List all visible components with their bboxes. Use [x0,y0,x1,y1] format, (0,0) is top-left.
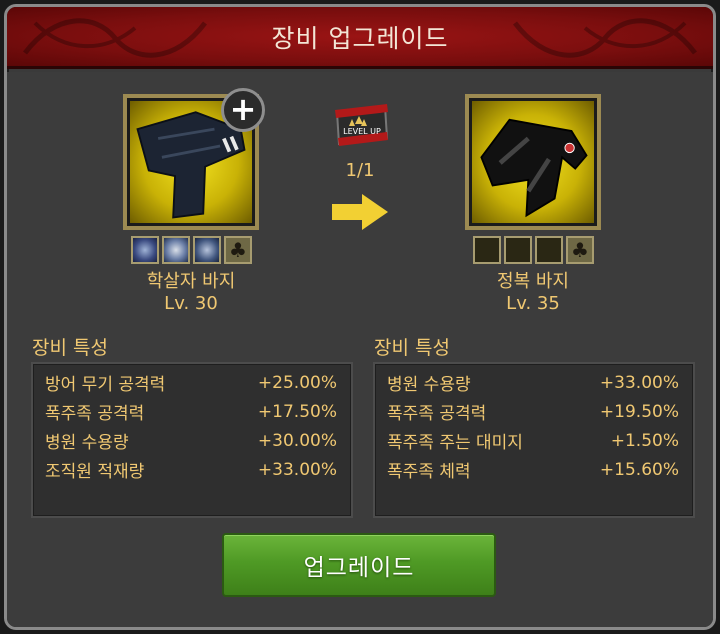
dialog-title: 장비 업그레이드 [271,23,449,53]
upgrade-button[interactable]: 업그레이드 [222,533,496,597]
club-slot: ♣ [566,236,594,264]
arrow-right-icon [332,194,388,230]
target-stats-box: 병원 수용량 +33.00% 폭주족 공격력 +19.50% 폭주족 주는 대미… [373,362,695,518]
ornament-left-icon [23,18,207,58]
empty-slot-3 [535,236,563,264]
stat-row: 폭주족 주는 대미지 +1.50% [387,426,679,455]
club-icon: ♣ [571,238,589,262]
stat-label: 병원 수용량 [387,375,471,395]
target-item-name: 정복 바지 [497,271,569,292]
stat-label: 폭주족 체력 [387,462,471,482]
current-stats-title: 장비 특성 [32,337,108,359]
stat-row: 폭주족 공격력 +19.50% [387,397,679,426]
target-item-level: Lv. 35 [506,293,560,314]
level-up-icon: LEVEL UP [335,104,389,146]
stat-label: 병원 수용량 [45,433,129,453]
pants-icon [480,118,588,218]
level-up-badge-text: LEVEL UP [343,127,381,136]
stat-label: 조직원 적재량 [45,462,145,482]
target-stats-title: 장비 특성 [374,337,450,359]
target-item-image [472,101,594,223]
stat-label: 폭주족 주는 대미지 [387,433,523,453]
stat-row: 조직원 적재량 +33.00% [45,455,337,484]
stat-row: 폭주족 체력 +15.60% [387,455,679,484]
stat-value: +33.00% [599,372,679,393]
stat-label: 폭주족 공격력 [45,404,145,424]
stat-value: +25.00% [257,372,337,393]
current-stats-box: 방어 무기 공격력 +25.00% 폭주족 공격력 +17.50% 병원 수용량… [31,362,353,518]
current-item-slots: ♣ [131,236,252,264]
stat-value: +30.00% [257,430,337,451]
gem-slot-3[interactable] [193,236,221,264]
target-item-slot [465,94,601,230]
stat-label: 방어 무기 공격력 [45,375,166,395]
stat-value: +1.50% [610,430,679,451]
gem-slot-2[interactable] [162,236,190,264]
current-item-name: 학살자 바지 [146,271,236,292]
gem-slot-1[interactable] [131,236,159,264]
plus-icon: + [229,90,257,128]
upgrade-count: 1/1 [345,160,375,181]
stat-row: 병원 수용량 +30.00% [45,426,337,455]
club-slot[interactable]: ♣ [224,236,252,264]
dialog-header: 장비 업그레이드 [7,7,713,69]
stat-row: 병원 수용량 +33.00% [387,368,679,397]
stat-value: +19.50% [599,401,679,422]
stat-label: 폭주족 공격력 [387,404,487,424]
stat-value: +15.60% [599,459,679,480]
stat-value: +33.00% [257,459,337,480]
current-item-level: Lv. 30 [164,293,218,314]
add-item-button[interactable]: + [221,88,265,132]
ornament-right-icon [513,18,697,58]
stat-value: +17.50% [257,401,337,422]
club-icon: ♣ [229,238,247,262]
target-item-slots: ♣ [473,236,594,264]
empty-slot-1 [473,236,501,264]
stat-row: 폭주족 공격력 +17.50% [45,397,337,426]
stat-row: 방어 무기 공격력 +25.00% [45,368,337,397]
empty-slot-2 [504,236,532,264]
